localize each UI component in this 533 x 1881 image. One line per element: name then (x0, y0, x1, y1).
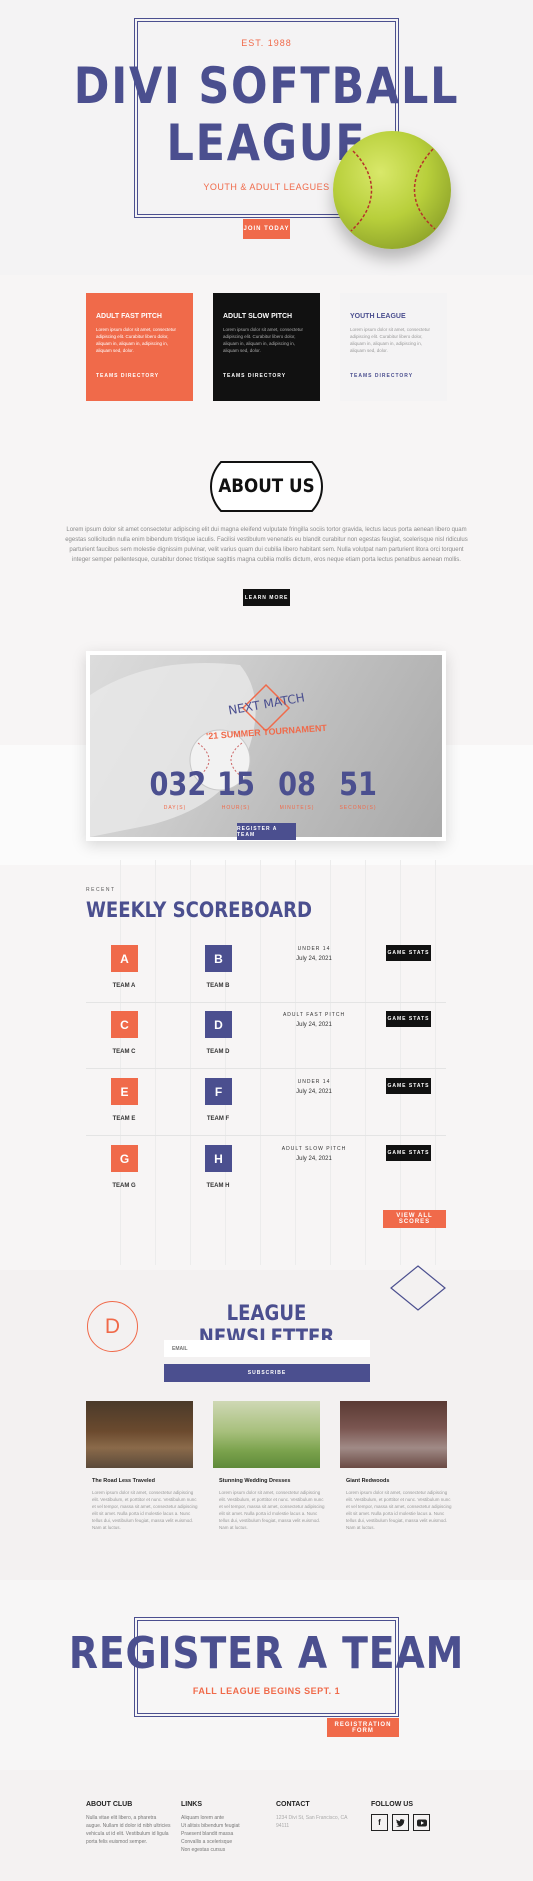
hero-est: EST. 1988 (241, 38, 292, 48)
post-title[interactable]: Stunning Wedding Dresses (219, 1478, 290, 1484)
team-f-name: TEAM F (206, 1116, 230, 1122)
scoreboard-eyebrow: RECENT (86, 887, 116, 893)
row-divider (86, 1068, 446, 1069)
league-card-body: Lorem ipsum dolor sit amet, consectetur … (96, 327, 177, 353)
team-h-badge: H (205, 1145, 232, 1172)
team-a-name: TEAM A (112, 983, 136, 989)
post-title[interactable]: Giant Redwoods (346, 1478, 389, 1484)
league-logo-badge: D (87, 1301, 138, 1352)
team-d-name: TEAM D (206, 1049, 230, 1055)
email-input[interactable] (164, 1340, 370, 1357)
league-card-adult-slow-pitch: ADULT SLOW PITCH Lorem ipsum dolor sit a… (213, 293, 320, 401)
about-text: Lorem ipsum dolor sit amet consectetur a… (65, 527, 468, 563)
team-c-badge: C (111, 1011, 138, 1038)
game-stats-button[interactable]: GAME STATS (386, 1145, 431, 1161)
game-date: July 24, 2021 (296, 1156, 332, 1162)
game-league: ADULT FAST PITCH (282, 1012, 346, 1018)
diamond-outline-icon (389, 1264, 447, 1312)
team-a-badge: A (111, 945, 138, 972)
row-divider (86, 1135, 446, 1136)
countdown-minutes: 08 (278, 765, 316, 803)
league-card-youth: YOUTH LEAGUE Lorem ipsum dolor sit amet,… (340, 293, 447, 401)
league-card-body: Lorem ipsum dolor sit amet, consectetur … (350, 327, 431, 353)
register-team-button[interactable]: REGISTER A TEAM (237, 823, 296, 840)
team-b-badge: B (205, 945, 232, 972)
game-league: UNDER 14 (297, 1079, 331, 1085)
subscribe-button[interactable]: SUBSCRIBE (164, 1364, 370, 1382)
countdown-hours-label: HOUR(S) (221, 805, 251, 811)
game-league: ADULT SLOW PITCH (281, 1146, 347, 1152)
view-all-scores-button[interactable]: VIEW ALL SCORES (383, 1210, 446, 1228)
footer-about-title: ABOUT CLUB (86, 1801, 133, 1808)
post-title[interactable]: The Road Less Traveled (92, 1478, 155, 1484)
post-image-redwoods[interactable] (340, 1401, 447, 1468)
hero-section: EST. 1988 DIVI SOFTBALL LEAGUE YOUTH & A… (0, 0, 533, 275)
league-card-adult-fast-pitch: ADULT FAST PITCH Lorem ipsum dolor sit a… (86, 293, 193, 401)
twitter-icon[interactable] (392, 1814, 409, 1831)
about-heading: ABOUT US (218, 475, 315, 497)
teams-directory-link[interactable]: TEAMS DIRECTORY (223, 373, 286, 379)
team-e-badge: E (111, 1078, 138, 1105)
countdown-days: 032 (149, 765, 207, 803)
team-c-name: TEAM C (112, 1049, 136, 1055)
game-date: July 24, 2021 (296, 956, 332, 962)
league-card-title: YOUTH LEAGUE (350, 313, 406, 320)
next-match-card (86, 651, 446, 841)
facebook-icon[interactable]: f (371, 1814, 388, 1831)
footer-link[interactable]: Aliquam lorem ante (181, 1814, 267, 1822)
team-d-badge: D (205, 1011, 232, 1038)
post-excerpt: Lorem ipsum dolor sit amet, consectetur … (219, 1490, 325, 1530)
team-h-name: TEAM H (206, 1183, 230, 1189)
footer-follow-title: FOLLOW US (371, 1801, 413, 1808)
countdown-seconds-label: SECOND(S) (339, 805, 377, 811)
league-card-body: Lorem ipsum dolor sit amet, consectetur … (223, 327, 304, 353)
countdown-days-label: DAY(S) (163, 805, 187, 811)
countdown-seconds: 51 (339, 765, 377, 803)
teams-directory-link[interactable]: TEAMS DIRECTORY (350, 373, 413, 379)
team-f-badge: F (205, 1078, 232, 1105)
softball-image (333, 131, 451, 249)
join-today-button[interactable]: JOIN TODAY (243, 219, 290, 239)
footer-about-text: Nulla vitae elit libero, a pharetra augu… (86, 1815, 171, 1845)
hero-subtitle: YOUTH & ADULT LEAGUES (203, 182, 330, 192)
post-image-road[interactable] (86, 1401, 193, 1468)
learn-more-button[interactable]: LEARN MORE (243, 589, 290, 606)
about-badge: ABOUT US (209, 458, 324, 515)
league-card-title: ADULT FAST PITCH (96, 313, 162, 320)
post-image-wedding[interactable] (213, 1401, 320, 1468)
game-league: UNDER 14 (297, 946, 331, 952)
scoreboard-title: WEEKLY SCOREBOARD (86, 898, 313, 922)
footer-link[interactable]: Praesent blandit massa (181, 1830, 267, 1838)
youtube-icon[interactable] (413, 1814, 430, 1831)
game-stats-button[interactable]: GAME STATS (386, 945, 431, 961)
teams-directory-link[interactable]: TEAMS DIRECTORY (96, 373, 159, 379)
countdown-hours: 15 (217, 765, 255, 803)
footer-contact-title: CONTACT (276, 1801, 310, 1808)
register-subtitle: FALL LEAGUE BEGINS SEPT. 1 (192, 1686, 341, 1696)
team-e-name: TEAM E (112, 1116, 136, 1122)
footer-link[interactable]: Convallis a scelerisque (181, 1838, 267, 1846)
team-g-badge: G (111, 1145, 138, 1172)
footer-contact-text: 1234 Divi St, San Francisco, CA 94111 (276, 1815, 348, 1829)
post-excerpt: Lorem ipsum dolor sit amet, consectetur … (92, 1490, 198, 1530)
footer-link[interactable]: Ut alitsis bibendum feugiat (181, 1822, 267, 1830)
game-date: July 24, 2021 (296, 1022, 332, 1028)
footer-link[interactable]: Non egestas cursus (181, 1846, 267, 1854)
post-excerpt: Lorem ipsum dolor sit amet, consectetur … (346, 1490, 452, 1530)
game-date: July 24, 2021 (296, 1089, 332, 1095)
registration-form-button[interactable]: REGISTRATION FORM (327, 1718, 399, 1737)
register-title: REGISTER A TEAM (68, 1628, 465, 1679)
footer-links-list: Aliquam lorem ante Ut alitsis bibendum f… (181, 1814, 267, 1854)
footer-links-title: LINKS (181, 1801, 202, 1808)
countdown-minutes-label: MINUTE(S) (279, 805, 315, 811)
league-card-title: ADULT SLOW PITCH (223, 313, 293, 320)
game-stats-button[interactable]: GAME STATS (386, 1011, 431, 1027)
team-g-name: TEAM G (112, 1183, 136, 1189)
hero-title-line1: DIVI SOFTBALL (73, 57, 460, 115)
row-divider (86, 1002, 446, 1003)
game-stats-button[interactable]: GAME STATS (386, 1078, 431, 1094)
team-b-name: TEAM B (206, 983, 230, 989)
